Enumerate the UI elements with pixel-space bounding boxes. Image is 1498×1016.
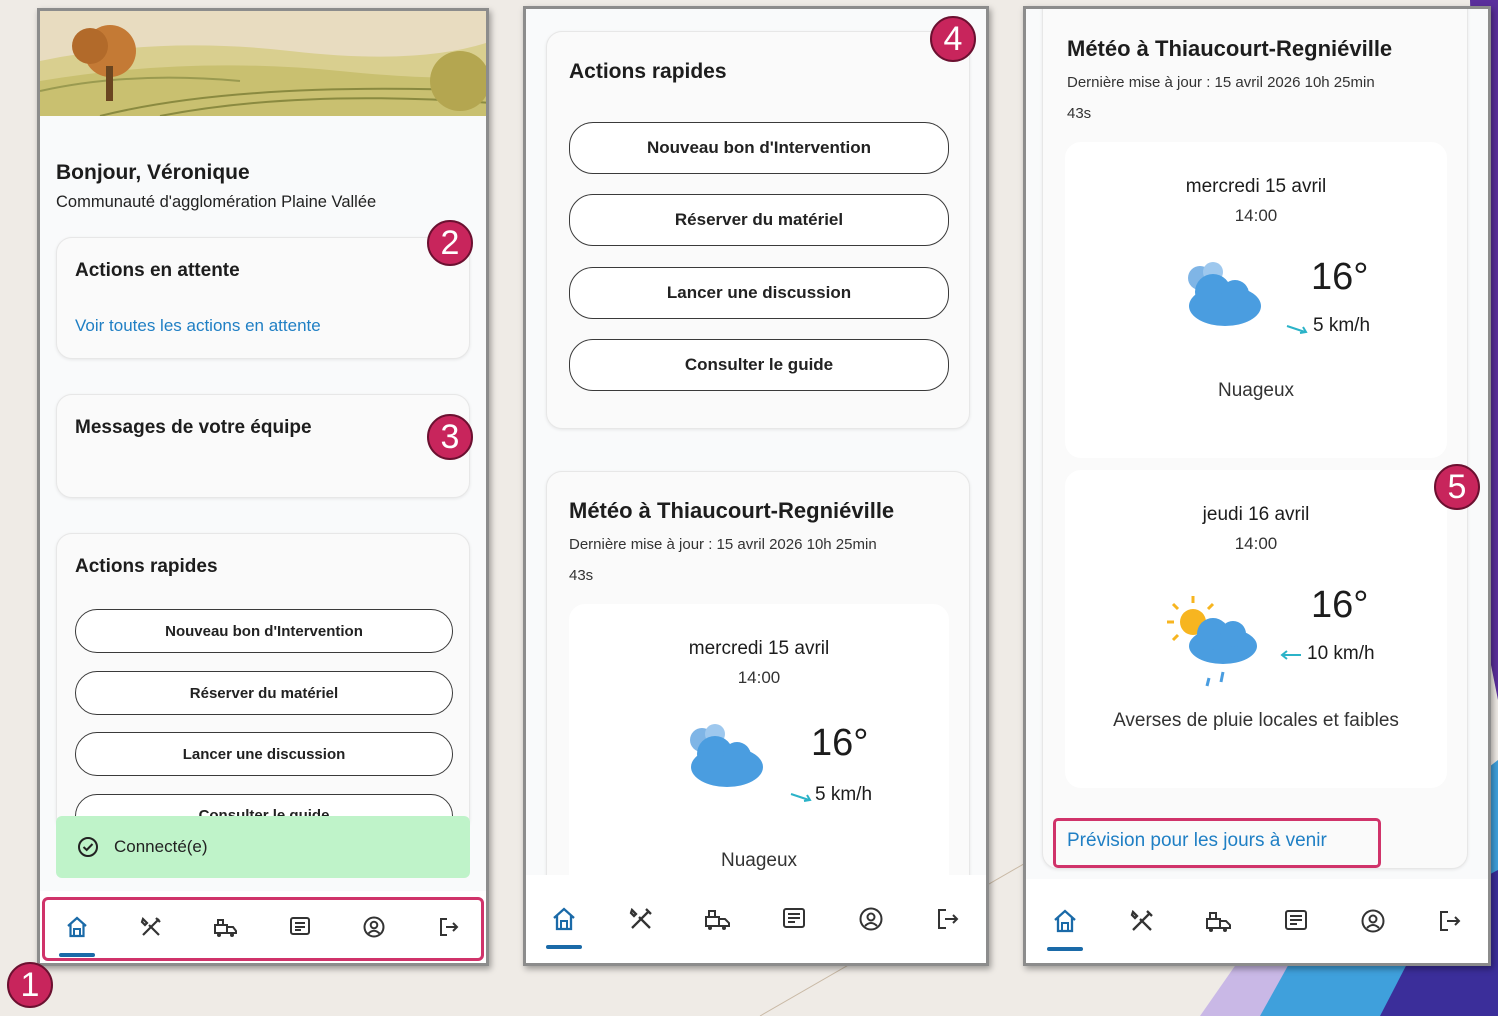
wind-direction-icon (1280, 650, 1301, 660)
connected-text: Connecté(e) (114, 837, 208, 856)
weather-condition: Averses de pluie locales et faibles (1113, 710, 1399, 731)
weather-temperature: 16° (1311, 584, 1369, 626)
nav-profile[interactable] (847, 895, 895, 943)
profile-icon (859, 907, 883, 931)
nav-tools[interactable] (1118, 897, 1166, 945)
bottom-nav (526, 875, 986, 963)
quick-actions-title: Actions rapides (75, 556, 218, 577)
check-circle-icon (78, 837, 98, 857)
team-messages-card: Messages de votre équipe (56, 394, 470, 498)
pending-actions-title: Actions en attente (75, 260, 240, 281)
nav-home[interactable] (1041, 897, 1089, 951)
callout-badge-3: 3 (427, 414, 473, 460)
home-icon (1053, 909, 1076, 933)
callout-badge-5: 5 (1434, 464, 1480, 510)
weather-condition: Nuageux (720, 850, 798, 871)
nav-logout[interactable] (924, 895, 972, 943)
weather-updated: Dernière mise à jour : 15 avril 2026 10h… (1067, 74, 1375, 91)
callout-badge-4: 4 (930, 16, 976, 62)
nav-home[interactable] (540, 895, 588, 949)
cloudy-icon (1188, 262, 1261, 326)
new-intervention-button[interactable]: Nouveau bon d'Intervention (569, 122, 949, 174)
nav-messages[interactable] (1272, 897, 1320, 945)
weather-card: Météo à Thiaucourt-Regniéville Dernière … (1042, 9, 1468, 869)
nav-logout[interactable] (1426, 897, 1474, 945)
weather-day-card: mercredi 15 avril 14:00 16° 5 km/h Nuage… (569, 604, 949, 904)
sun-cloud-rain-icon (1167, 596, 1257, 687)
nav-profile[interactable] (1349, 897, 1397, 945)
weather-wind: 5 km/h (815, 784, 873, 805)
nav-highlight-frame (42, 897, 484, 961)
guide-button[interactable]: Consulter le guide (569, 339, 949, 391)
logout-icon (937, 909, 959, 929)
weather-day-card: mercredi 15 avril 14:00 16° 5 km/h Nuage… (1065, 142, 1447, 458)
weather-updated: Dernière mise à jour : 15 avril 2026 10h… (569, 536, 877, 553)
weather-condition: Nuageux (1217, 380, 1295, 401)
pending-actions-card: Actions en attente Voir toutes les actio… (56, 237, 470, 359)
weather-date: jeudi 16 avril (1202, 504, 1310, 525)
weather-time: 14:00 (737, 668, 781, 687)
quick-actions-card: Actions rapides Nouveau bon d'Interventi… (56, 533, 470, 838)
vehicles-icon (1205, 912, 1231, 932)
weather-wind: 10 km/h (1307, 643, 1375, 664)
start-discussion-button[interactable]: Lancer une discussion (569, 267, 949, 319)
messages-icon (1284, 910, 1307, 930)
weather-date: mercredi 15 avril (1185, 176, 1327, 197)
weather-title: Météo à Thiaucourt-Regniéville (569, 498, 895, 523)
vehicles-icon (704, 910, 730, 930)
tools-icon (629, 907, 652, 929)
home-icon (553, 907, 576, 931)
reserve-equipment-button[interactable]: Réserver du matériel (569, 194, 949, 246)
weather-card: Météo à Thiaucourt-Regniéville Dernière … (546, 471, 970, 911)
phone-screen-weather: Météo à Thiaucourt-Regniéville Dernière … (1023, 6, 1491, 966)
forecast-link[interactable]: Prévision pour les jours à venir (1067, 830, 1327, 852)
logout-icon (1439, 911, 1460, 931)
phone-screen-home: Bonjour, Véronique Communauté d'agglomér… (37, 8, 489, 966)
reserve-equipment-button[interactable]: Réserver du matériel (75, 671, 453, 715)
nav-vehicles[interactable] (1195, 897, 1243, 945)
phone-screen-quick-actions: Actions rapides Nouveau bon d'Interventi… (523, 6, 989, 966)
quick-actions-card: Actions rapides Nouveau bon d'Interventi… (546, 31, 970, 429)
bottom-nav (1026, 879, 1488, 963)
weather-temperature: 16° (1311, 256, 1369, 298)
weather-temperature: 16° (811, 722, 869, 764)
greeting: Bonjour, Véronique (56, 161, 250, 184)
profile-icon (1361, 909, 1384, 933)
wind-direction-icon (1286, 325, 1308, 334)
weather-updated-seconds: 43s (1067, 105, 1092, 122)
weather-updated-seconds: 43s (569, 567, 594, 584)
weather-date: mercredi 15 avril (688, 638, 830, 659)
see-all-pending-link[interactable]: Voir toutes les actions en attente (75, 316, 321, 336)
new-intervention-button[interactable]: Nouveau bon d'Intervention (75, 609, 453, 653)
weather-time: 14:00 (1234, 206, 1278, 225)
nav-vehicles[interactable] (694, 895, 742, 943)
start-discussion-button[interactable]: Lancer une discussion (75, 732, 453, 776)
nav-tools[interactable] (617, 895, 665, 943)
wind-direction-icon (790, 793, 812, 802)
weather-wind: 5 km/h (1313, 315, 1371, 336)
nav-messages[interactable] (770, 895, 818, 943)
weather-day-card: jeudi 16 avril 14:00 16° 10 km/h Averses… (1065, 470, 1447, 788)
callout-badge-1: 1 (7, 962, 53, 1008)
weather-time: 14:00 (1234, 534, 1278, 553)
organization-name: Communauté d'agglomération Plaine Vallée (56, 193, 377, 211)
weather-title: Météo à Thiaucourt-Regniéville (1067, 36, 1393, 61)
messages-icon (783, 908, 806, 928)
cloudy-icon (690, 724, 763, 787)
connected-toast: Connecté(e) (56, 816, 470, 878)
tools-icon (1130, 909, 1153, 931)
callout-badge-2: 2 (427, 220, 473, 266)
team-messages-title: Messages de votre équipe (75, 417, 312, 438)
header-illustration (40, 11, 486, 116)
quick-actions-title: Actions rapides (569, 60, 727, 83)
